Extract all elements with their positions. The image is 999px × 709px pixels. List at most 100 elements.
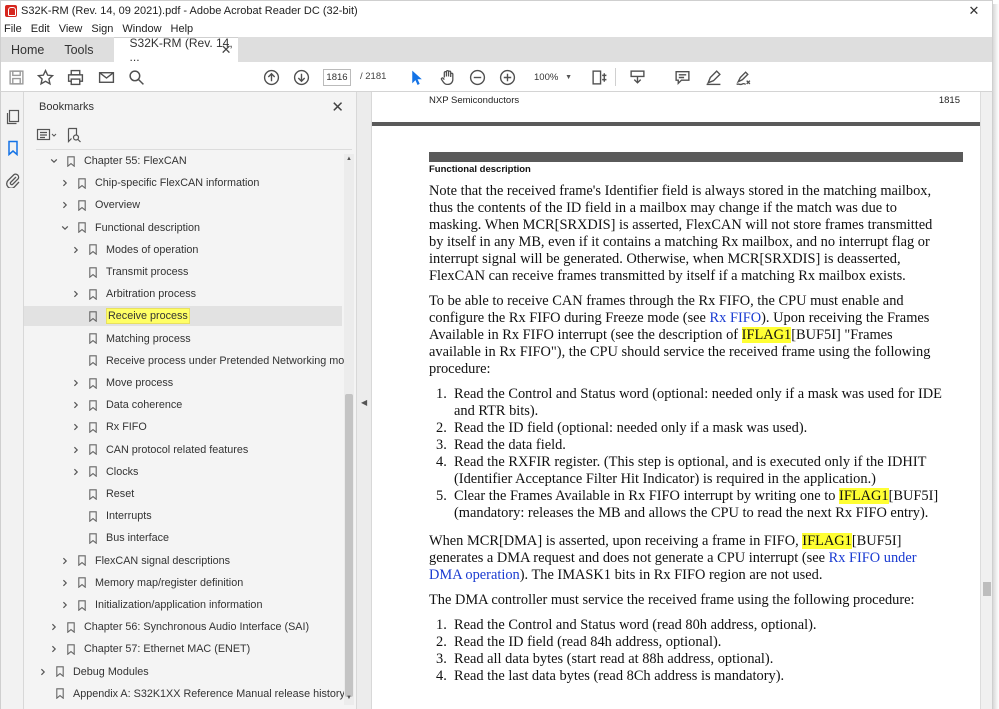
- text-line: thus the contents of the ID field in a m…: [429, 200, 897, 216]
- scroll-up-icon[interactable]: ▲: [345, 156, 353, 164]
- bookmarks-panel-icon[interactable]: [5, 140, 21, 157]
- rx-fifo-link[interactable]: Rx FIFO: [710, 310, 762, 326]
- bookmark-item[interactable]: Appendix A: S32K1XX Reference Manual rel…: [24, 684, 344, 704]
- bookmarks-scrollbar[interactable]: ▲ ▼: [344, 154, 354, 705]
- text-line: (Identifier Acceptance Filter Hit Indica…: [454, 471, 876, 487]
- bookmarks-close-button[interactable]: ✕: [331, 98, 344, 116]
- bookmark-item[interactable]: Interrupts: [24, 506, 152, 526]
- search-icon[interactable]: [127, 68, 145, 86]
- chevron-right-icon[interactable]: [71, 378, 81, 388]
- chevron-right-icon[interactable]: [60, 178, 70, 188]
- zoom-in-icon[interactable]: [498, 68, 516, 86]
- menu-help[interactable]: Help: [171, 23, 194, 35]
- menu-file[interactable]: File: [4, 23, 22, 35]
- bookmark-item[interactable]: Clocks: [24, 462, 138, 482]
- highlight-icon[interactable]: [704, 68, 722, 86]
- chevron-right-icon[interactable]: [60, 578, 70, 588]
- zoom-out-icon[interactable]: [468, 68, 486, 86]
- chevron-right-icon[interactable]: [60, 600, 70, 610]
- hand-icon[interactable]: [438, 68, 456, 86]
- chevron-right-icon[interactable]: [71, 422, 81, 432]
- bookmark-item[interactable]: Chapter 56: Synchronous Audio Interface …: [24, 617, 309, 637]
- bookmark-item[interactable]: FlexCAN signal descriptions: [24, 551, 230, 571]
- chevron-right-icon[interactable]: [71, 245, 81, 255]
- paragraph-3: When MCR[DMA] is asserted, upon receivin…: [429, 533, 959, 584]
- bookmark-item[interactable]: Transmit process: [24, 262, 188, 282]
- save-icon[interactable]: [7, 68, 25, 86]
- bookmark-item[interactable]: Chip-specific FlexCAN information: [24, 173, 259, 193]
- chevron-right-icon[interactable]: [71, 400, 81, 410]
- fit-page-icon[interactable]: [590, 68, 608, 86]
- bookmark-item[interactable]: Bus interface: [24, 528, 169, 548]
- bookmark-item[interactable]: Move process: [24, 373, 173, 393]
- menu-view[interactable]: View: [59, 23, 83, 35]
- page-thumbnails-icon[interactable]: [5, 109, 21, 125]
- bookmark-item-selected[interactable]: Receive process: [24, 306, 342, 327]
- zoom-level-select[interactable]: 100% ▼: [528, 69, 574, 86]
- bookmark-item[interactable]: Debug Modules: [24, 662, 149, 682]
- chevron-right-icon[interactable]: [49, 644, 59, 654]
- bookmark-label: CAN protocol related features: [106, 443, 249, 456]
- bookmark-item[interactable]: Data coherence: [24, 395, 182, 415]
- document-scroll-thumb[interactable]: [983, 582, 991, 596]
- rx-fifo-dma-link[interactable]: Rx FIFO under: [829, 550, 917, 566]
- bookmark-label: Bus interface: [106, 532, 170, 545]
- attachments-icon[interactable]: [5, 172, 21, 189]
- bookmark-options-icon[interactable]: [36, 126, 58, 144]
- document-scrollbar[interactable]: [980, 92, 993, 709]
- bookmark-item[interactable]: Modes of operation: [24, 240, 198, 260]
- tab-document[interactable]: S32K-RM (Rev. 14, ... ✕: [113, 36, 238, 64]
- sign-icon[interactable]: [734, 68, 752, 86]
- section-bar: [429, 152, 963, 162]
- window-close-button[interactable]: ✕: [962, 3, 986, 19]
- chevron-right-icon[interactable]: [71, 445, 81, 455]
- tab-home[interactable]: Home: [1, 37, 54, 62]
- text-run: ). Upon receiving the Frames: [761, 310, 930, 326]
- bookmark-item[interactable]: Arbitration process: [24, 284, 196, 304]
- menu-edit[interactable]: Edit: [31, 23, 50, 35]
- chevron-right-icon[interactable]: [38, 667, 48, 677]
- comment-icon[interactable]: [673, 68, 691, 86]
- bookmark-item[interactable]: Rx FIFO: [24, 417, 147, 437]
- chevron-placeholder: [71, 311, 81, 321]
- email-icon[interactable]: [97, 68, 115, 86]
- chevron-right-icon[interactable]: [71, 289, 81, 299]
- menu-sign[interactable]: Sign: [91, 23, 113, 35]
- chevron-right-icon[interactable]: [71, 467, 81, 477]
- bookmark-item[interactable]: Reset: [24, 484, 134, 504]
- chevron-right-icon[interactable]: [60, 200, 70, 210]
- bookmark-item[interactable]: Initialization/application information: [24, 595, 262, 615]
- print-icon[interactable]: [66, 68, 84, 86]
- bookmark-item[interactable]: Matching process: [24, 329, 191, 349]
- bookmark-item[interactable]: Memory map/register definition: [24, 573, 243, 593]
- tab-tools[interactable]: Tools: [54, 37, 103, 62]
- bookmark-item[interactable]: Chapter 57: Ethernet MAC (ENET): [24, 639, 250, 659]
- search-highlight: IFLAG1: [741, 327, 792, 343]
- chevron-right-icon[interactable]: [49, 622, 59, 632]
- bookmarks-scroll-thumb[interactable]: [345, 394, 353, 697]
- bookmark-label: Matching process: [106, 332, 191, 345]
- bookmark-search-icon[interactable]: [66, 126, 88, 144]
- chevron-right-icon[interactable]: [60, 556, 70, 566]
- chevron-down-icon[interactable]: [60, 223, 70, 233]
- page-number-input[interactable]: 1816: [323, 69, 351, 86]
- panel-splitter[interactable]: ◀: [357, 92, 372, 709]
- bookmark-item[interactable]: Chapter 55: FlexCAN: [24, 151, 187, 171]
- bookmark-item[interactable]: Overview: [24, 195, 140, 215]
- select-cursor-icon[interactable]: [407, 68, 425, 86]
- text-line: FlexCAN can receive frames transmitted b…: [429, 268, 906, 284]
- tab-close-button[interactable]: ✕: [221, 42, 232, 58]
- chevron-placeholder: [71, 267, 81, 277]
- bookmark-item[interactable]: CAN protocol related features: [24, 440, 248, 460]
- star-icon[interactable]: [36, 68, 54, 86]
- chevron-down-icon[interactable]: [49, 156, 59, 166]
- page-up-icon[interactable]: [262, 68, 280, 86]
- page-down-icon[interactable]: [292, 68, 310, 86]
- scroll-down-icon[interactable]: ▼: [345, 695, 353, 703]
- bookmark-item[interactable]: Receive process under Pretended Networki…: [24, 351, 344, 371]
- rx-fifo-dma-link[interactable]: DMA operation: [429, 567, 520, 583]
- scroll-mode-icon[interactable]: [628, 68, 646, 86]
- bookmark-item[interactable]: Functional description: [24, 218, 200, 238]
- menu-window[interactable]: Window: [122, 23, 161, 35]
- collapse-panel-icon[interactable]: ◀: [361, 398, 367, 407]
